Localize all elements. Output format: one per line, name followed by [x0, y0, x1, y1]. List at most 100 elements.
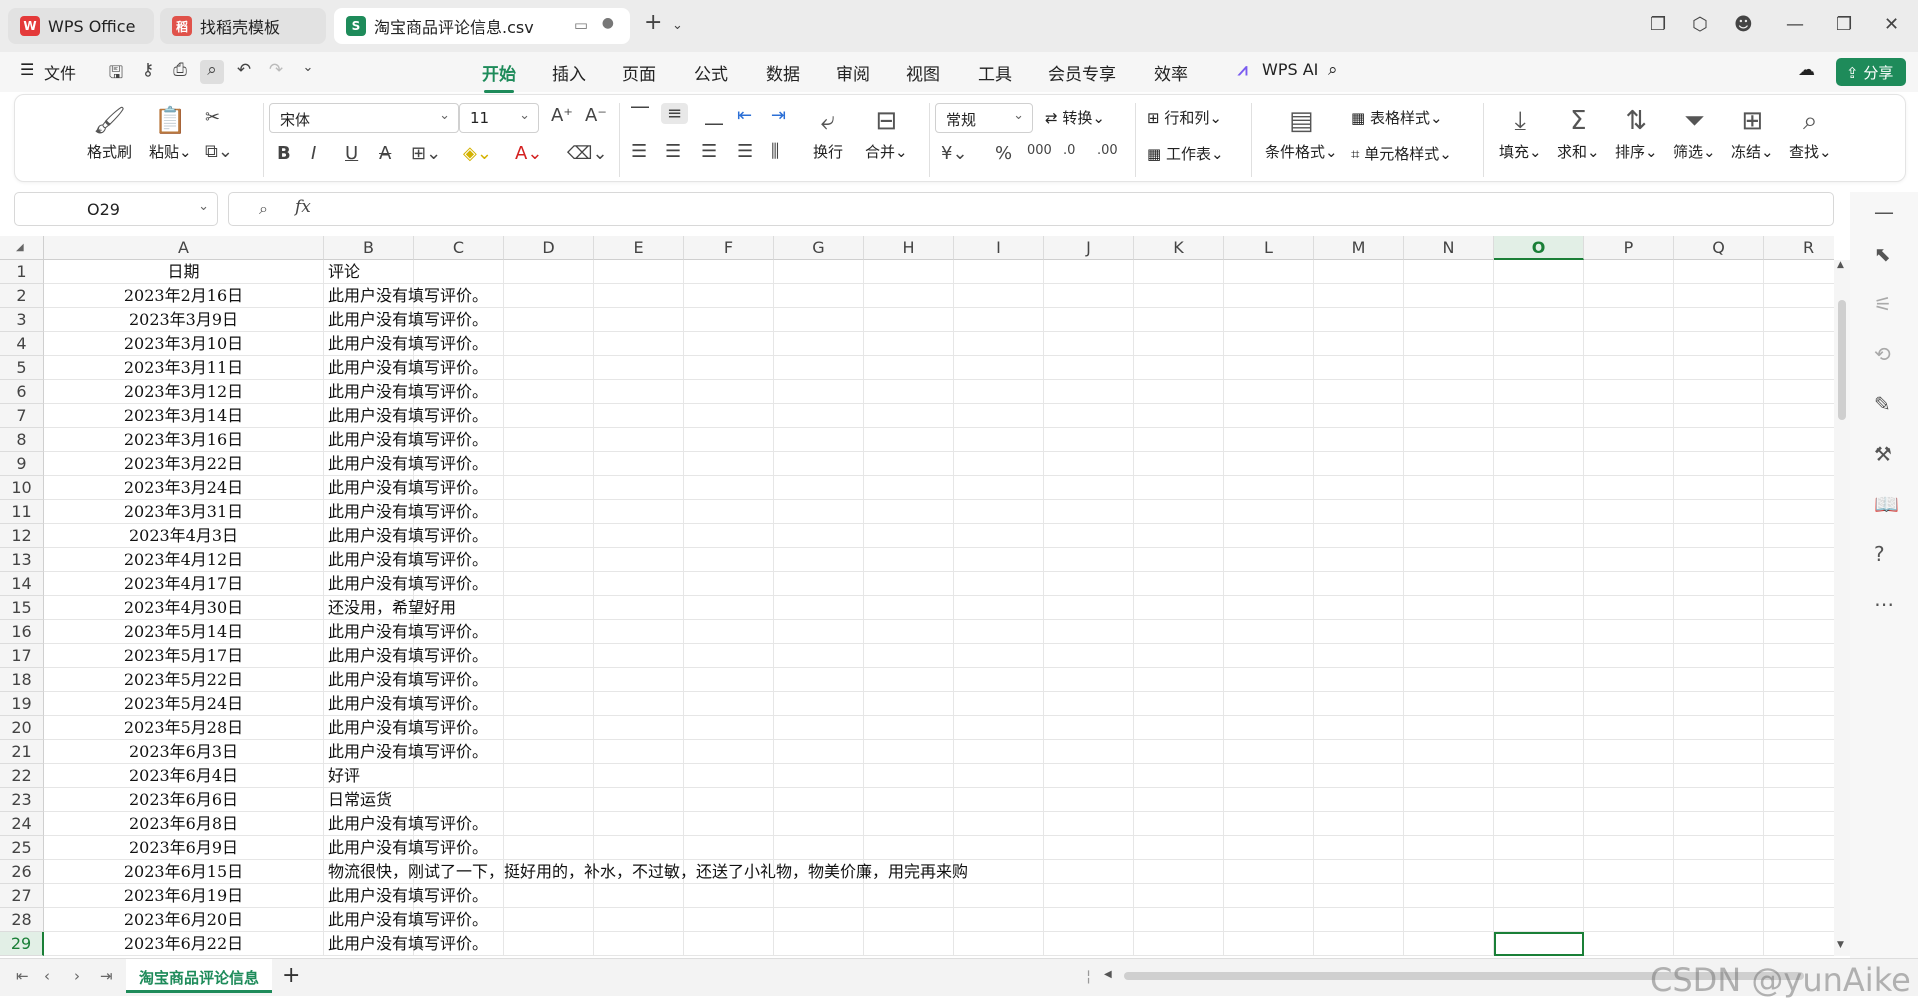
borders-icon[interactable]: ⊞⌄ — [411, 143, 441, 164]
select-all-corner[interactable]: ◢ — [0, 236, 44, 260]
cell-k24[interactable] — [1134, 812, 1224, 836]
cell-r11[interactable] — [1764, 500, 1834, 524]
cell-n22[interactable] — [1404, 764, 1494, 788]
cell-d3[interactable] — [504, 308, 594, 332]
cell-m1[interactable] — [1314, 260, 1404, 284]
cell-f18[interactable] — [684, 668, 774, 692]
cell-m4[interactable] — [1314, 332, 1404, 356]
cell-r19[interactable] — [1764, 692, 1834, 716]
cell-d9[interactable] — [504, 452, 594, 476]
cell-j19[interactable] — [1044, 692, 1134, 716]
cell-i2[interactable] — [954, 284, 1044, 308]
cell-a7[interactable]: 2023年3月14日 — [44, 404, 324, 428]
cell-m7[interactable] — [1314, 404, 1404, 428]
row-header[interactable]: 29 — [0, 932, 44, 956]
cell-j18[interactable] — [1044, 668, 1134, 692]
cell-l26[interactable] — [1224, 860, 1314, 884]
decimal-decrease-icon[interactable]: .00 — [1097, 143, 1118, 158]
row-header[interactable]: 4 — [0, 332, 44, 356]
cell-h18[interactable] — [864, 668, 954, 692]
cell-a22[interactable]: 2023年6月4日 — [44, 764, 324, 788]
cell-g6[interactable] — [774, 380, 864, 404]
column-header[interactable]: L — [1224, 236, 1314, 260]
cell-h8[interactable] — [864, 428, 954, 452]
row-header[interactable]: 25 — [0, 836, 44, 860]
cell-d8[interactable] — [504, 428, 594, 452]
cell-e29[interactable] — [594, 932, 684, 956]
tools-icon[interactable]: ⚒ — [1874, 442, 1892, 466]
cell-p16[interactable] — [1584, 620, 1674, 644]
cell-q28[interactable] — [1674, 908, 1764, 932]
row-header[interactable]: 6 — [0, 380, 44, 404]
cell-g7[interactable] — [774, 404, 864, 428]
cell-a25[interactable]: 2023年6月9日 — [44, 836, 324, 860]
cell-m3[interactable] — [1314, 308, 1404, 332]
cell-h11[interactable] — [864, 500, 954, 524]
cell-b12[interactable]: 此用户没有填写评价。 — [324, 524, 488, 548]
menu-tab-tools[interactable]: 工具 — [978, 60, 1012, 85]
cell-p20[interactable] — [1584, 716, 1674, 740]
cell-k26[interactable] — [1134, 860, 1224, 884]
align-bottom-icon[interactable]: ⎽ — [705, 105, 723, 126]
distribute-icon[interactable]: ⫼ — [771, 141, 779, 162]
cell-o7[interactable] — [1494, 404, 1584, 428]
cell-f3[interactable] — [684, 308, 774, 332]
cell-n25[interactable] — [1404, 836, 1494, 860]
cell-l24[interactable] — [1224, 812, 1314, 836]
cell-q11[interactable] — [1674, 500, 1764, 524]
cell-g12[interactable] — [774, 524, 864, 548]
cell-h3[interactable] — [864, 308, 954, 332]
cell-m8[interactable] — [1314, 428, 1404, 452]
freeze-button[interactable]: ⊞ 冻结⌄ — [1731, 103, 1774, 162]
cell-i17[interactable] — [954, 644, 1044, 668]
cell-k12[interactable] — [1134, 524, 1224, 548]
cell-p2[interactable] — [1584, 284, 1674, 308]
cell-b22[interactable]: 好评 — [324, 764, 414, 788]
cell-n17[interactable] — [1404, 644, 1494, 668]
cell-r18[interactable] — [1764, 668, 1834, 692]
cell-b20[interactable]: 此用户没有填写评价。 — [324, 716, 488, 740]
cell-m23[interactable] — [1314, 788, 1404, 812]
cell-h25[interactable] — [864, 836, 954, 860]
cell-q2[interactable] — [1674, 284, 1764, 308]
cell-a1[interactable]: 日期 — [44, 260, 324, 284]
cell-l12[interactable] — [1224, 524, 1314, 548]
cell-p4[interactable] — [1584, 332, 1674, 356]
cell-b7[interactable]: 此用户没有填写评价。 — [324, 404, 488, 428]
cell-f2[interactable] — [684, 284, 774, 308]
cell-a28[interactable]: 2023年6月20日 — [44, 908, 324, 932]
print-icon[interactable]: ⎙ — [168, 60, 192, 84]
cell-g25[interactable] — [774, 836, 864, 860]
hamburger-icon[interactable]: ☰ — [20, 60, 34, 79]
column-header[interactable]: G — [774, 236, 864, 260]
scrollbar-thumb[interactable] — [1838, 300, 1846, 420]
cell-m28[interactable] — [1314, 908, 1404, 932]
eraser-icon[interactable]: ⌫⌄ — [567, 143, 608, 164]
cell-k22[interactable] — [1134, 764, 1224, 788]
cell-o26[interactable] — [1494, 860, 1584, 884]
column-header[interactable]: K — [1134, 236, 1224, 260]
cell-d27[interactable] — [504, 884, 594, 908]
cell-o12[interactable] — [1494, 524, 1584, 548]
monitor-icon[interactable]: ▭ — [574, 16, 588, 34]
cell-e12[interactable] — [594, 524, 684, 548]
cell-a18[interactable]: 2023年5月22日 — [44, 668, 324, 692]
tab-list-chevron-icon[interactable]: ⌄ — [672, 18, 683, 33]
worksheet-button[interactable]: ▦ 工作表⌄ — [1147, 143, 1224, 164]
cell-g29[interactable] — [774, 932, 864, 956]
cell-n10[interactable] — [1404, 476, 1494, 500]
column-header[interactable]: A — [44, 236, 324, 260]
cell-l5[interactable] — [1224, 356, 1314, 380]
sort-button[interactable]: ⇅ 排序⌄ — [1615, 103, 1658, 162]
cell-n11[interactable] — [1404, 500, 1494, 524]
cell-m17[interactable] — [1314, 644, 1404, 668]
cell-c23[interactable] — [414, 788, 504, 812]
cell-r3[interactable] — [1764, 308, 1834, 332]
tab-wps-office[interactable]: W WPS Office — [8, 8, 154, 44]
cell-a16[interactable]: 2023年5月14日 — [44, 620, 324, 644]
cell-m18[interactable] — [1314, 668, 1404, 692]
cell-a14[interactable]: 2023年4月17日 — [44, 572, 324, 596]
cell-g10[interactable] — [774, 476, 864, 500]
cell-h24[interactable] — [864, 812, 954, 836]
cell-j14[interactable] — [1044, 572, 1134, 596]
